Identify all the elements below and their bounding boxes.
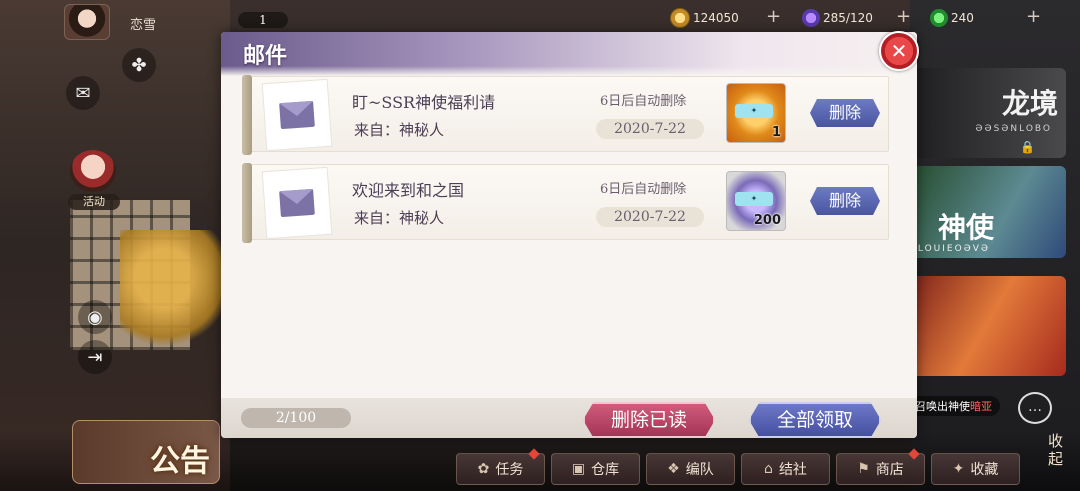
nav-guild[interactable]: ⌂ 结社 — [741, 453, 830, 485]
mail-item[interactable]: 盯~SSR神使福利请 来自：神秘人 6日后自动删除 2020-7-22 ✦ 1 … — [242, 75, 889, 155]
mail-dialog-title: 邮件 — [243, 43, 288, 69]
add-jade-plus-icon[interactable]: + — [1026, 6, 1041, 27]
mail-dialog: 邮件 盯~SSR神使福利请 来自：神秘人 6日后自动删除 2020-7-22 ✦… — [221, 32, 917, 438]
notice-label: 公告 — [150, 444, 210, 479]
player-avatar[interactable] — [64, 4, 110, 40]
mail-date: 2020-7-22 — [596, 119, 704, 139]
mail-date: 2020-7-22 — [596, 207, 704, 227]
bottom-nav: ✿ 任务 ▣ 仓库 ❖ 编队 ⌂ 结社 ⚑ 商店 ✦ 收藏 — [456, 448, 1020, 485]
dragon-realm-subtitle: ƏƏSƏNLOBO — [975, 124, 1052, 134]
nav-shop-label: 商店 — [875, 462, 904, 478]
team-icon: ❖ — [667, 461, 680, 477]
top-bar: 恋雪 1 124050 + 285/120 + 240 + — [0, 0, 1080, 40]
reward-count: 200 — [753, 213, 781, 228]
chat-icon[interactable]: … — [1018, 392, 1052, 424]
scroll-rod — [242, 163, 252, 243]
shop-icon: ⚑ — [857, 461, 870, 477]
jade-resource: 240 + — [930, 6, 1041, 28]
scroll-rod — [242, 75, 252, 155]
angel-banner-subtitle: LOUIEOƏVƏ — [917, 244, 990, 254]
claim-all-button[interactable]: 全部领取 — [749, 402, 881, 438]
envelope-card — [261, 166, 333, 240]
eye-icon[interactable]: ◉ — [78, 300, 112, 334]
reward-item-ticket[interactable]: ✦ 200 — [726, 171, 786, 231]
nav-team-label: 编队 — [685, 462, 714, 478]
coin-value: 124050 — [693, 11, 739, 25]
stamina-icon — [802, 9, 820, 27]
nav-warehouse[interactable]: ▣ 仓库 — [551, 453, 640, 485]
mail-list: 盯~SSR神使福利请 来自：神秘人 6日后自动删除 2020-7-22 ✦ 1 … — [242, 75, 891, 252]
reward-count: 1 — [771, 125, 781, 140]
stamina-value: 285/120 — [823, 11, 873, 25]
nav-guild-label: 结社 — [778, 462, 807, 478]
mail-subject: 盯~SSR神使福利请 — [352, 93, 496, 112]
mail-icon[interactable]: ✉ — [66, 76, 100, 110]
envelope-icon — [279, 100, 315, 130]
summon-hint-highlight: 暗亚 — [970, 400, 992, 413]
reward-chest-icon: ✦ — [735, 104, 773, 118]
mail-count: 2/100 — [241, 408, 351, 428]
reward-item-chest[interactable]: ✦ 1 — [726, 83, 786, 143]
nav-task[interactable]: ✿ 任务 — [456, 448, 545, 485]
mail-expiry: 6日后自动删除 — [600, 182, 687, 197]
mail-subject: 欢迎来到和之国 — [352, 181, 465, 200]
mail-sender: 来自：神秘人 — [354, 121, 445, 139]
event-label: 活动 — [68, 194, 120, 210]
nav-collection-label: 收藏 — [970, 462, 999, 478]
exit-icon[interactable]: ⇥ — [78, 340, 112, 374]
add-stamina-plus-icon[interactable]: + — [896, 6, 911, 27]
jade-icon — [930, 9, 948, 27]
dragon-realm-title: 龙境 — [1001, 87, 1058, 120]
mail-expiry: 6日后自动删除 — [600, 94, 687, 109]
collapse-button[interactable]: 收起 — [1048, 432, 1066, 468]
guild-icon: ⌂ — [764, 461, 773, 477]
angel-banner-title: 神使 — [937, 211, 994, 244]
nav-warehouse-label: 仓库 — [591, 462, 620, 478]
event-character-icon — [70, 150, 116, 192]
delete-read-button[interactable]: 删除已读 — [583, 402, 715, 438]
jade-value: 240 — [951, 11, 974, 25]
delete-button[interactable]: 删除 — [810, 99, 880, 127]
nav-shop[interactable]: ⚑ 商店 — [836, 448, 925, 485]
nav-collection[interactable]: ✦ 收藏 — [931, 453, 1020, 485]
mail-sender: 来自：神秘人 — [354, 209, 445, 227]
collection-icon: ✦ — [952, 461, 965, 477]
player-name: 恋雪 — [130, 18, 157, 33]
task-icon: ✿ — [477, 461, 490, 477]
stamina-resource: 285/120 + — [802, 6, 911, 28]
warehouse-icon: ▣ — [571, 461, 586, 477]
background-ginkgo-tree — [120, 230, 230, 350]
clover-menu-icon[interactable]: ✤ — [122, 48, 156, 82]
lock-icon: 🔒 — [1020, 140, 1035, 154]
summon-banner[interactable] — [906, 276, 1066, 376]
envelope-icon — [279, 188, 315, 218]
nav-task-label: 任务 — [495, 462, 524, 478]
mail-dialog-header: 邮件 — [221, 32, 917, 76]
reward-ticket-icon: ✦ — [735, 192, 773, 206]
coin-icon — [670, 8, 690, 28]
delete-button[interactable]: 删除 — [810, 187, 880, 215]
nav-team[interactable]: ❖ 编队 — [646, 453, 735, 485]
mail-dialog-footer: 2/100 删除已读 全部领取 — [221, 398, 917, 438]
player-level: 1 — [238, 12, 288, 28]
envelope-card — [261, 78, 333, 152]
close-icon[interactable]: ✕ — [879, 31, 919, 71]
mail-item[interactable]: 欢迎来到和之国 来自：神秘人 6日后自动删除 2020-7-22 ✦ 200 删… — [242, 163, 889, 243]
add-coin-plus-icon[interactable]: + — [766, 6, 781, 27]
coin-resource: 124050 + — [670, 6, 781, 28]
